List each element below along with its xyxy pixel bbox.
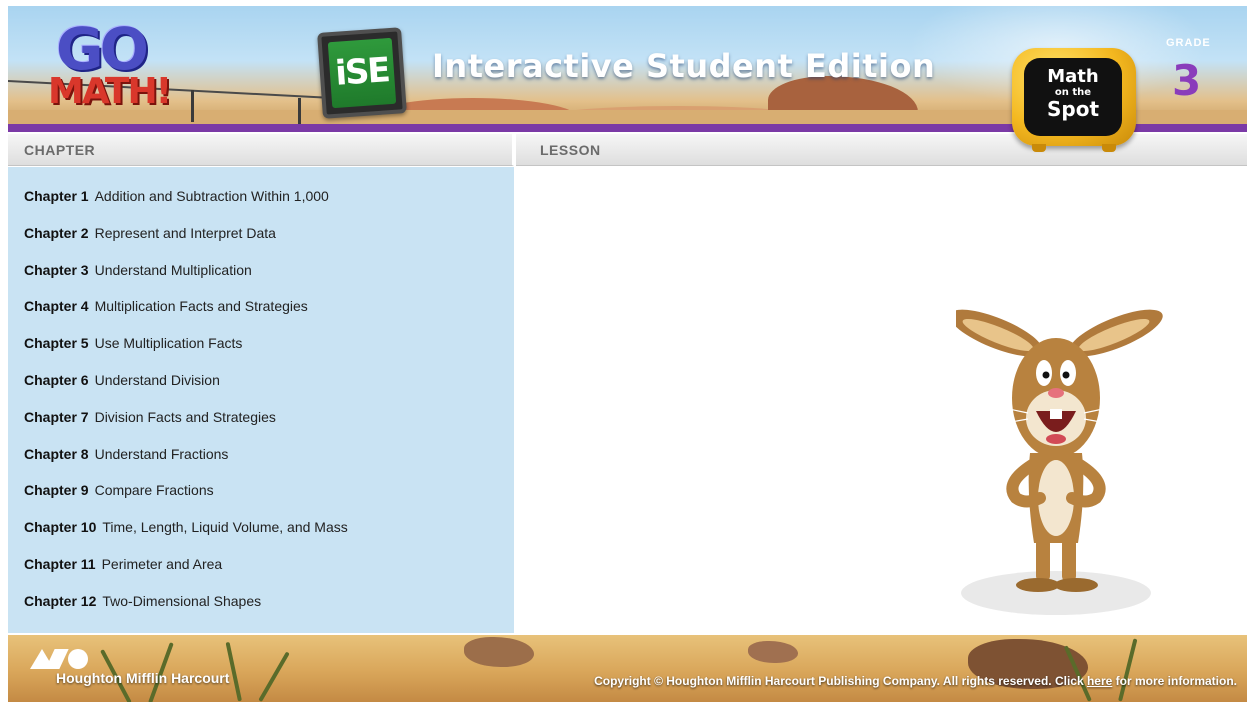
chapter-item[interactable]: Chapter 3 Understand Multiplication xyxy=(8,255,514,292)
chapter-title: Understand Multiplication xyxy=(94,261,252,278)
chapter-number: Chapter 4 xyxy=(24,298,89,315)
power-pole xyxy=(298,98,301,124)
chapter-number: Chapter 8 xyxy=(24,445,89,462)
chapter-number: Chapter 9 xyxy=(24,482,89,499)
chapter-title: Multiplication Facts and Strategies xyxy=(94,298,308,315)
chapter-title: Two-Dimensional Shapes xyxy=(102,592,262,609)
chapter-item[interactable]: Chapter 9 Compare Fractions xyxy=(8,475,514,512)
desert-rock xyxy=(464,637,534,667)
copyright-suffix: for more information. xyxy=(1112,674,1237,688)
chapter-item[interactable]: Chapter 10 Time, Length, Liquid Volume, a… xyxy=(8,512,514,549)
chapter-title: Understand Fractions xyxy=(94,445,229,462)
more-info-link[interactable]: here xyxy=(1087,674,1112,688)
lesson-panel xyxy=(516,167,1247,633)
chapter-title: Addition and Subtraction Within 1,000 xyxy=(94,188,329,204)
chapter-number: Chapter 7 xyxy=(24,408,89,425)
grade-number: 3 xyxy=(1172,56,1202,105)
ise-badge-text: iSE xyxy=(327,37,397,109)
copyright-prefix: Copyright © Houghton Mifflin Harcourt Pu… xyxy=(594,674,1087,688)
chapter-column-header: CHAPTER xyxy=(8,134,514,166)
power-pole xyxy=(191,90,194,122)
footer-banner: Houghton Mifflin Harcourt Copyright © Ho… xyxy=(8,635,1247,702)
chapter-item[interactable]: Chapter 12 Two-Dimensional Shapes xyxy=(8,586,514,623)
chapter-list: Chapter 1 Addition and Subtraction Within… xyxy=(8,167,514,623)
chapter-item[interactable]: Chapter 2 Represent and Interpret Data xyxy=(8,218,514,255)
chapter-title: Understand Division xyxy=(94,371,220,388)
tv-line-3: Spot xyxy=(1046,97,1100,121)
chapter-title: Use Multiplication Facts xyxy=(94,335,243,352)
chapter-item[interactable]: Chapter 6 Understand Division xyxy=(8,365,514,402)
app-frame: GO MATH! iSE Interactive Student Edition… xyxy=(0,0,1247,702)
math-on-the-spot-button[interactable]: Math on the Spot xyxy=(1012,48,1136,152)
logo-math-text: MATH! xyxy=(48,71,172,112)
desert-rock xyxy=(748,641,798,663)
tv-line-1: Math xyxy=(1047,66,1099,87)
chapter-item[interactable]: Chapter 1 Addition and Subtraction Within… xyxy=(8,181,514,218)
chapter-title: Perimeter and Area xyxy=(101,555,223,572)
chapter-item[interactable]: Chapter 11 Perimeter and Area xyxy=(8,549,514,586)
chapter-number: Chapter 3 xyxy=(24,261,89,278)
chapter-item[interactable]: Chapter 7 Division Facts and Strategies xyxy=(8,402,514,439)
chapter-item[interactable]: Chapter 5 Use Multiplication Facts xyxy=(8,328,514,365)
hmh-logo-icon[interactable] xyxy=(30,645,92,671)
chapter-title: Compare Fractions xyxy=(94,482,214,499)
ise-badge: iSE xyxy=(317,27,407,119)
grade-label: GRADE xyxy=(1166,37,1211,49)
chapter-title: Time, Length, Liquid Volume, and Mass xyxy=(102,519,348,536)
chapter-number: Chapter 2 xyxy=(24,224,89,241)
chapter-panel: Chapter 1 Addition and Subtraction Within… xyxy=(8,167,514,633)
chapter-number: Chapter 11 xyxy=(24,555,96,572)
copyright-notice: Copyright © Houghton Mifflin Harcourt Pu… xyxy=(594,675,1237,687)
chapter-item[interactable]: Chapter 8 Understand Fractions xyxy=(8,439,514,476)
chapter-number: Chapter 6 xyxy=(24,371,89,388)
tv-screen: Math on the Spot xyxy=(1024,58,1122,136)
lesson-column-header: LESSON xyxy=(516,134,1247,166)
logo-go-text: GO xyxy=(56,15,149,83)
chapter-title: Represent and Interpret Data xyxy=(94,224,276,241)
chapter-number: Chapter 12 xyxy=(24,592,97,609)
page-title: Interactive Student Edition xyxy=(432,47,936,85)
go-math-logo[interactable]: GO MATH! xyxy=(48,15,172,120)
chapter-number: Chapter 10 xyxy=(24,519,97,536)
chapter-item[interactable]: Chapter 4 Multiplication Facts and Strate… xyxy=(8,291,514,328)
chapter-number: Chapter 5 xyxy=(24,335,89,352)
rabbit-mascot-icon xyxy=(956,309,1163,615)
chapter-title: Division Facts and Strategies xyxy=(94,408,276,425)
publisher-name: Houghton Mifflin Harcourt xyxy=(56,670,230,686)
chapter-number: Chapter 1 xyxy=(24,188,89,204)
